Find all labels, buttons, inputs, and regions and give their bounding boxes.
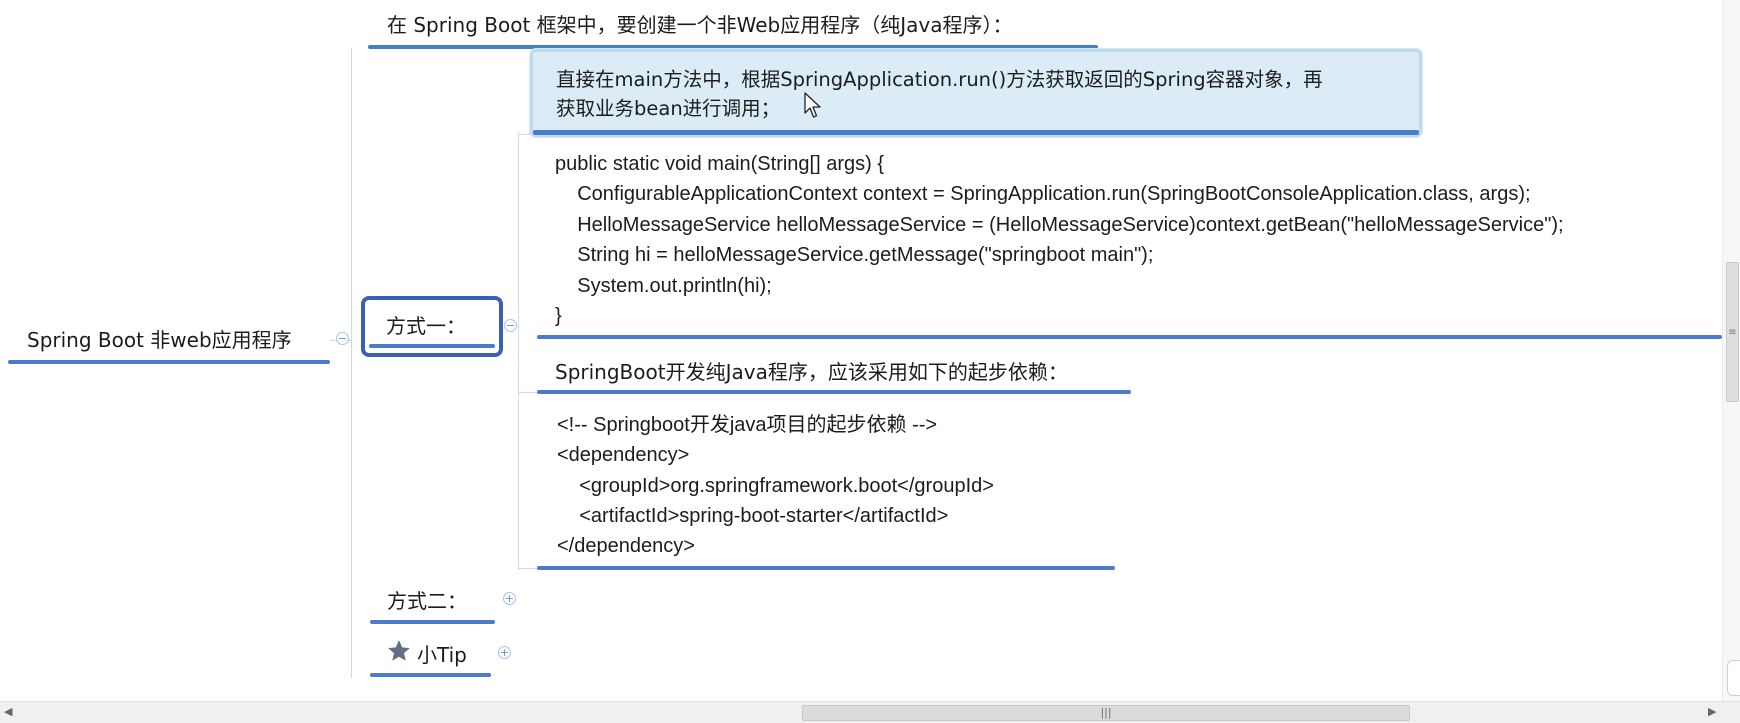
method-one-label: 方式一： <box>386 314 466 338</box>
dependency-title-topic[interactable]: SpringBoot开发纯Java程序，应该采用如下的起步依赖： <box>555 357 1068 387</box>
description-underline <box>533 130 1419 135</box>
code-line: String hi = helloMessageService.getMessa… <box>555 244 1154 266</box>
scroll-left-arrow-icon[interactable]: ◀ <box>4 704 12 720</box>
method-one-underline <box>369 344 495 348</box>
root-underline <box>8 360 330 364</box>
mouse-cursor-icon <box>804 92 821 118</box>
tip-underline <box>370 673 491 677</box>
scroll-right-arrow-icon[interactable]: ▶ <box>1708 704 1716 720</box>
method-two-underline <box>370 620 495 624</box>
star-icon <box>388 640 410 661</box>
collapse-toggle-icon[interactable]: − <box>336 332 349 345</box>
dependency-line: <!-- Springboot开发java项目的起步依赖 --> <box>557 414 938 436</box>
header-topic[interactable]: 在 Spring Boot 框架中，要创建一个非Web应用程序（纯Java程序）… <box>387 10 1013 40</box>
horizontal-scroll-thumb[interactable]: ||| <box>802 705 1410 721</box>
code-line: public static void main(String[] args) { <box>555 153 885 175</box>
description-line-2: 获取业务bean进行调用； <box>556 97 781 120</box>
connector-main <box>351 48 352 678</box>
mindmap-canvas[interactable]: Spring Boot 非web应用程序 − 在 Spring Boot 框架中… <box>0 0 1740 723</box>
dependency-code-underline <box>537 566 1115 570</box>
horizontal-scrollbar[interactable]: ◀ ||| ▶ <box>0 701 1740 723</box>
expand-toggle-icon[interactable]: + <box>503 592 516 605</box>
connector-dependency-title <box>518 392 538 393</box>
description-line-1: 直接在main方法中，根据SpringApplication.run()方法获取… <box>556 68 1323 91</box>
expand-toggle-icon[interactable]: + <box>498 646 511 659</box>
vertical-scroll-thumb[interactable]: ≡ <box>1726 262 1739 402</box>
dependency-line: <dependency> <box>557 444 690 466</box>
connector-method-one <box>518 132 519 570</box>
code-line: ConfigurableApplicationContext context =… <box>555 183 1531 205</box>
dependency-title-underline <box>537 390 1131 394</box>
code-line: HelloMessageService helloMessageService … <box>555 214 1564 236</box>
dependency-line: </dependency> <box>557 535 695 557</box>
vertical-scrollbar[interactable]: ≡ <box>1722 0 1740 701</box>
tip-topic[interactable]: 小Tip <box>417 640 467 670</box>
method-two-topic[interactable]: 方式二： <box>387 586 467 616</box>
code-line: System.out.println(hi); <box>555 275 772 297</box>
panel-collapse-tab[interactable] <box>1727 660 1740 696</box>
collapse-toggle-icon[interactable]: − <box>504 319 517 332</box>
root-topic[interactable]: Spring Boot 非web应用程序 <box>27 325 292 355</box>
dependency-line: <artifactId>spring-boot-starter</artifac… <box>557 505 949 527</box>
method-one-topic[interactable]: 方式一： <box>361 296 503 357</box>
dependency-line: <groupId>org.springframework.boot</group… <box>557 475 994 497</box>
connector-dependency-code <box>518 568 538 569</box>
code-topic-underline <box>537 335 1722 339</box>
code-line: } <box>555 305 562 327</box>
